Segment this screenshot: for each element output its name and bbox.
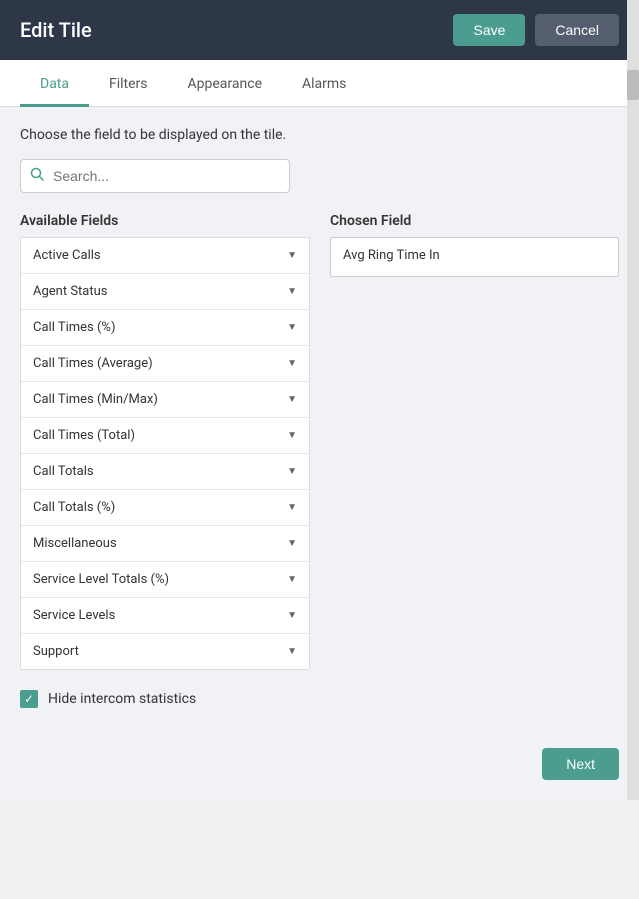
chevron-down-icon: ▼ bbox=[287, 574, 297, 585]
field-label: Active Calls bbox=[33, 248, 101, 263]
field-list: Active Calls ▼ Agent Status ▼ Call Times… bbox=[20, 237, 310, 670]
chevron-down-icon: ▼ bbox=[287, 646, 297, 657]
checkbox-label: Hide intercom statistics bbox=[48, 691, 196, 707]
chosen-field-title: Chosen Field bbox=[330, 213, 619, 229]
search-icon bbox=[30, 167, 44, 185]
chosen-field-panel: Chosen Field Avg Ring Time In bbox=[330, 213, 619, 670]
list-item[interactable]: Active Calls ▼ bbox=[21, 238, 309, 274]
header: Edit Tile Save Cancel bbox=[0, 0, 639, 60]
checkmark-icon: ✓ bbox=[24, 692, 34, 706]
list-item[interactable]: Call Times (Min/Max) ▼ bbox=[21, 382, 309, 418]
tab-alarms[interactable]: Alarms bbox=[282, 60, 366, 107]
hide-intercom-checkbox[interactable]: ✓ bbox=[20, 690, 38, 708]
field-label: Agent Status bbox=[33, 284, 108, 299]
list-item[interactable]: Call Times (Average) ▼ bbox=[21, 346, 309, 382]
available-fields-panel: Available Fields Active Calls ▼ Agent St… bbox=[20, 213, 310, 670]
chevron-down-icon: ▼ bbox=[287, 250, 297, 261]
chevron-down-icon: ▼ bbox=[287, 466, 297, 477]
field-label: Call Times (Min/Max) bbox=[33, 392, 158, 407]
list-item[interactable]: Agent Status ▼ bbox=[21, 274, 309, 310]
chosen-field-value: Avg Ring Time In bbox=[330, 237, 619, 277]
chevron-down-icon: ▼ bbox=[287, 538, 297, 549]
tab-appearance[interactable]: Appearance bbox=[168, 60, 282, 107]
chevron-down-icon: ▼ bbox=[287, 358, 297, 369]
search-container bbox=[20, 159, 290, 193]
scrollbar-track bbox=[627, 0, 639, 800]
search-input[interactable] bbox=[20, 159, 290, 193]
fields-layout: Available Fields Active Calls ▼ Agent St… bbox=[20, 213, 619, 670]
content-area: Choose the field to be displayed on the … bbox=[0, 107, 639, 728]
field-label: Service Levels bbox=[33, 608, 115, 623]
field-label: Call Totals (%) bbox=[33, 500, 115, 515]
chevron-down-icon: ▼ bbox=[287, 610, 297, 621]
field-label: Call Times (Total) bbox=[33, 428, 135, 443]
description-text: Choose the field to be displayed on the … bbox=[20, 127, 619, 143]
list-item[interactable]: Service Level Totals (%) ▼ bbox=[21, 562, 309, 598]
save-button[interactable]: Save bbox=[453, 14, 525, 46]
list-item[interactable]: Support ▼ bbox=[21, 634, 309, 669]
main-content: Data Filters Appearance Alarms Choose th… bbox=[0, 60, 639, 800]
available-fields-title: Available Fields bbox=[20, 213, 310, 229]
list-item[interactable]: Service Levels ▼ bbox=[21, 598, 309, 634]
field-label: Call Times (Average) bbox=[33, 356, 153, 371]
field-label: Support bbox=[33, 644, 79, 659]
list-item[interactable]: Call Times (%) ▼ bbox=[21, 310, 309, 346]
chevron-down-icon: ▼ bbox=[287, 286, 297, 297]
chevron-down-icon: ▼ bbox=[287, 430, 297, 441]
header-buttons: Save Cancel bbox=[453, 14, 619, 46]
tab-data[interactable]: Data bbox=[20, 60, 89, 107]
field-label: Miscellaneous bbox=[33, 536, 117, 551]
tab-filters[interactable]: Filters bbox=[89, 60, 168, 107]
list-item[interactable]: Call Times (Total) ▼ bbox=[21, 418, 309, 454]
list-item[interactable]: Miscellaneous ▼ bbox=[21, 526, 309, 562]
checkbox-row: ✓ Hide intercom statistics bbox=[20, 690, 619, 708]
chevron-down-icon: ▼ bbox=[287, 322, 297, 333]
bottom-bar: Next bbox=[0, 728, 639, 800]
next-button[interactable]: Next bbox=[542, 748, 619, 780]
chevron-down-icon: ▼ bbox=[287, 394, 297, 405]
cancel-button[interactable]: Cancel bbox=[535, 14, 619, 46]
tabs-bar: Data Filters Appearance Alarms bbox=[0, 60, 639, 107]
chevron-down-icon: ▼ bbox=[287, 502, 297, 513]
field-label: Service Level Totals (%) bbox=[33, 572, 169, 587]
field-label: Call Times (%) bbox=[33, 320, 115, 335]
list-item[interactable]: Call Totals ▼ bbox=[21, 454, 309, 490]
list-item[interactable]: Call Totals (%) ▼ bbox=[21, 490, 309, 526]
scrollbar-thumb[interactable] bbox=[627, 70, 639, 100]
field-label: Call Totals bbox=[33, 464, 94, 479]
page-title: Edit Tile bbox=[20, 18, 92, 42]
